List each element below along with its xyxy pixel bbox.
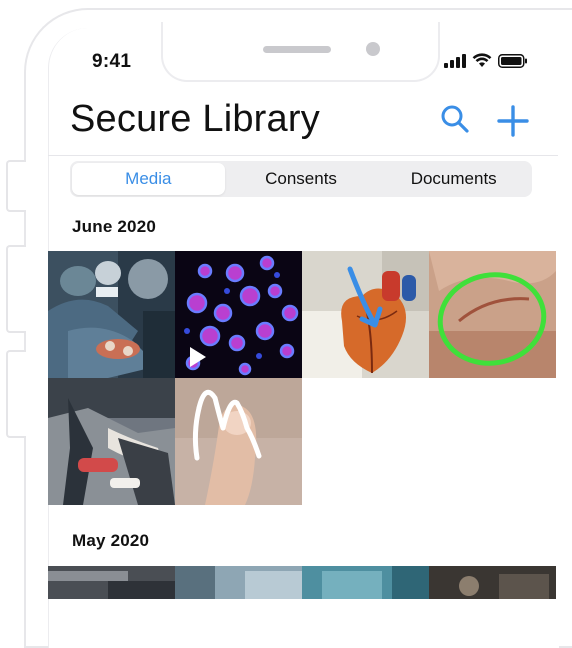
speaker-grille — [263, 46, 331, 53]
mute-switch — [6, 160, 26, 212]
media-thumbnail-skin-scar[interactable] — [429, 251, 556, 378]
media-thumbnail-cells-video[interactable] — [175, 251, 302, 378]
media-thumbnail-may-4[interactable] — [429, 566, 556, 599]
media-thumbnail-leg-bandage[interactable] — [48, 378, 175, 505]
search-button[interactable] — [440, 104, 470, 139]
status-time: 9:41 — [92, 51, 132, 72]
media-thumbnail-finger[interactable] — [175, 378, 302, 505]
volume-down-button — [6, 350, 26, 438]
tab-media[interactable]: Media — [72, 163, 225, 195]
volume-up-button — [6, 245, 26, 333]
cellular-signal-icon — [444, 54, 466, 68]
header-divider — [48, 155, 558, 156]
media-thumbnail-surgery[interactable] — [48, 251, 175, 378]
wifi-icon — [472, 53, 492, 67]
section-header-may-2020: May 2020 — [72, 531, 150, 550]
plus-icon — [497, 105, 529, 137]
front-camera — [366, 42, 380, 56]
media-thumbnail-may-3[interactable] — [302, 566, 429, 599]
tab-consents[interactable]: Consents — [225, 163, 378, 195]
status-icons — [444, 53, 528, 68]
library-segmented-control: Media Consents Documents — [70, 161, 532, 197]
media-thumbnail-heart-model[interactable] — [302, 251, 429, 378]
page-title: Secure Library — [70, 98, 320, 140]
battery-icon — [498, 54, 527, 68]
tab-documents[interactable]: Documents — [377, 163, 530, 195]
media-thumbnail-may-2[interactable] — [175, 566, 302, 599]
section-header-june-2020: June 2020 — [72, 217, 157, 236]
search-icon — [441, 105, 469, 133]
media-thumbnail-may-1[interactable] — [48, 566, 175, 599]
add-button[interactable] — [497, 105, 529, 142]
